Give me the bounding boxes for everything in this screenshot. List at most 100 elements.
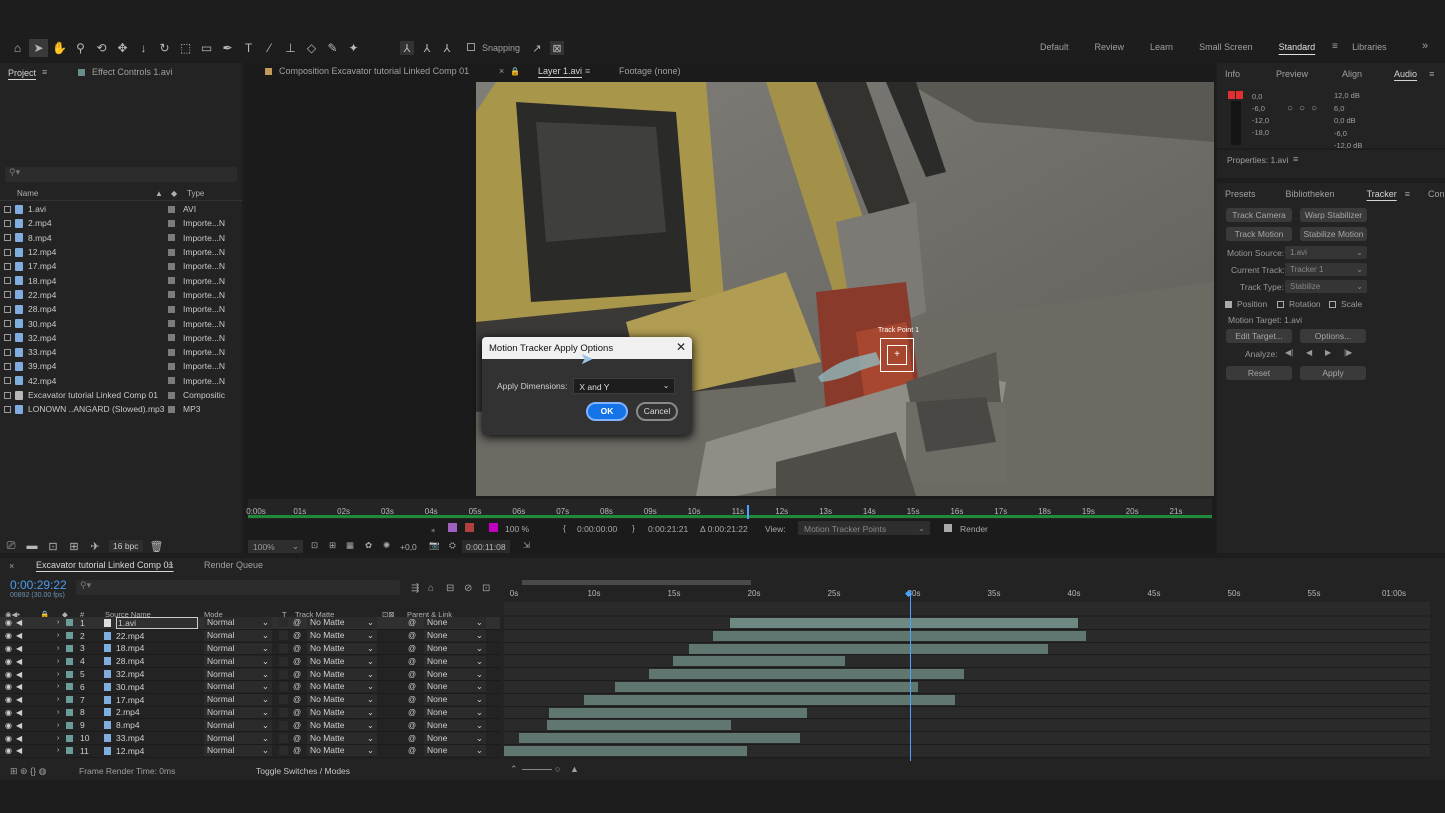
adjust-project-icon[interactable]: ⊞ (67, 539, 81, 553)
preserve-transparency-toggle[interactable] (279, 631, 288, 641)
preserve-transparency-toggle[interactable] (279, 746, 288, 756)
zoom-slider-handle[interactable]: ○ (555, 764, 560, 774)
layer-row[interactable]: ◉ ◀ › 4 28.mp4 Normal ⌄ @ No Matte ⌄ @ None ⌄ (0, 655, 500, 669)
tab-audio[interactable]: Audio (1386, 69, 1425, 79)
layer-duration-bar[interactable] (615, 681, 918, 692)
footer-icons[interactable]: ⊞ ⊛ {} ◍ (10, 766, 46, 777)
preserve-transparency-toggle[interactable] (279, 733, 288, 743)
visibility-icon[interactable]: ◉ (5, 618, 12, 627)
label-color[interactable] (66, 632, 73, 640)
track-matte-select[interactable]: No Matte ⌄ (307, 745, 377, 757)
interpret-footage-icon[interactable]: ⎚ (4, 539, 18, 553)
scale-checkbox[interactable] (1329, 301, 1336, 309)
label-color[interactable] (66, 696, 73, 704)
pen-tool-icon[interactable]: ✒ (218, 39, 237, 57)
playhead[interactable] (747, 505, 749, 519)
show-snapshot-icon[interactable]: ⛭ (449, 540, 456, 551)
layer-duration-bar[interactable] (649, 669, 965, 680)
safe-zones-icon[interactable]: ⊡ (311, 540, 318, 551)
playhead-handle-icon[interactable]: ◆ (905, 588, 912, 599)
pan-tool-icon[interactable]: ✥ (113, 39, 132, 57)
mode-select[interactable]: Normal ⌄ (204, 681, 272, 693)
expand-chevron-icon[interactable]: › (57, 632, 59, 639)
preserve-transparency-toggle[interactable] (279, 682, 288, 692)
exposure-value[interactable]: +0,0 (400, 542, 417, 552)
visibility-icon[interactable]: ◉ (5, 682, 12, 691)
project-file-row[interactable]: 8.mp4 Importe...N (0, 231, 242, 245)
panel-menu-icon[interactable]: ≡ (168, 561, 173, 571)
visibility-icon[interactable]: ◉ (5, 721, 12, 730)
label-color[interactable] (168, 305, 175, 313)
track-camera-button[interactable]: Track Camera (1226, 208, 1292, 222)
layer-name[interactable]: 12.mp4 (116, 746, 144, 756)
track-matte-select[interactable]: No Matte ⌄ (307, 668, 377, 680)
project-file-row[interactable]: 22.mp4 Importe...N (0, 288, 242, 302)
expand-chevron-icon[interactable]: › (57, 696, 59, 703)
tab-presets[interactable]: Presets (1217, 189, 1264, 199)
label-color[interactable] (168, 320, 175, 328)
label-color[interactable] (168, 205, 175, 213)
panel-menu-icon[interactable]: ≡ (1293, 154, 1298, 164)
new-folder-icon[interactable]: ▬ (25, 539, 39, 553)
matte-link-icon[interactable]: @ (293, 734, 301, 743)
toggle-mask-icon[interactable]: ⊞ (329, 540, 336, 551)
color-swatch-purple[interactable] (448, 523, 457, 532)
motion-source-select[interactable]: 1.avi ⌄ (1285, 246, 1367, 259)
project-file-row[interactable]: 1.avi AVI (0, 202, 242, 216)
panel-menu-icon[interactable]: ≡ (42, 67, 47, 77)
layer-duration-bar[interactable] (673, 656, 845, 667)
matte-link-icon[interactable]: @ (293, 618, 301, 627)
expand-chevron-icon[interactable]: › (57, 619, 59, 626)
zoom-slider-track[interactable] (522, 769, 552, 770)
motion-blur-icon[interactable]: ⁎ (431, 524, 435, 535)
mode-select[interactable]: Normal ⌄ (204, 642, 272, 654)
project-file-row[interactable]: 17.mp4 Importe...N (0, 259, 242, 273)
tab-preview[interactable]: Preview (1268, 69, 1316, 79)
parent-select[interactable]: None ⌄ (424, 719, 486, 731)
expand-chevron-icon[interactable]: › (57, 645, 59, 652)
workspace-standard[interactable]: Standard (1266, 42, 1329, 52)
preserve-transparency-toggle[interactable] (279, 707, 288, 717)
render-queue-icon[interactable]: ✈ (88, 539, 102, 553)
audio-icon[interactable]: ◀ (16, 734, 22, 743)
edit-target-button[interactable]: Edit Target... (1226, 329, 1292, 343)
track-matte-select[interactable]: No Matte ⌄ (307, 630, 377, 642)
current-track-select[interactable]: Tracker 1 ⌄ (1285, 263, 1367, 276)
workspace-libraries[interactable]: Libraries (1328, 42, 1400, 52)
mode-select[interactable]: Normal ⌄ (204, 630, 272, 642)
matte-link-icon[interactable]: @ (293, 657, 301, 666)
pick-whip-icon[interactable]: @ (408, 644, 416, 653)
row-checkbox[interactable] (4, 391, 11, 399)
track-matte-select[interactable]: No Matte ⌄ (307, 706, 377, 718)
label-color[interactable] (66, 619, 73, 627)
matte-link-icon[interactable]: @ (293, 670, 301, 679)
rotation-checkbox[interactable] (1277, 301, 1284, 309)
position-checkbox[interactable] (1225, 301, 1232, 309)
motion-blur-switch-icon[interactable]: ⊘ (464, 583, 472, 594)
workspace-review[interactable]: Review (1082, 42, 1138, 52)
layer-name[interactable]: 2.mp4 (116, 707, 140, 717)
panel-menu-icon[interactable]: ≡ (1429, 69, 1434, 79)
rotate-tool-icon[interactable]: ↻ (155, 39, 174, 57)
layer-name[interactable]: 32.mp4 (116, 669, 144, 679)
label-color[interactable] (66, 734, 73, 742)
layer-row[interactable]: ◉ ◀ › 2 22.mp4 Normal ⌄ @ No Matte ⌄ @ None ⌄ (0, 630, 500, 643)
layer-duration-bar[interactable] (729, 618, 1079, 628)
parent-select[interactable]: None ⌄ (424, 745, 486, 757)
transparency-grid-icon[interactable]: ▦ (346, 540, 354, 551)
track-matte-select[interactable]: No Matte ⌄ (307, 732, 377, 744)
clone-tool-icon[interactable]: ⊥ (281, 39, 300, 57)
label-color[interactable] (168, 248, 175, 256)
eraser-tool-icon[interactable]: ◇ (302, 39, 321, 57)
visibility-icon[interactable]: ◉ (5, 746, 12, 755)
label-color[interactable] (66, 670, 73, 678)
expand-chevron-icon[interactable]: › (57, 671, 59, 678)
zoom-tool-icon[interactable]: ⚲ (71, 39, 90, 57)
visibility-icon[interactable]: ◉ (5, 644, 12, 653)
comp-flowchart-icon[interactable]: ⇶ (411, 583, 419, 594)
track-matte-select[interactable]: No Matte ⌄ (307, 655, 377, 667)
mode-select[interactable]: Normal ⌄ (204, 668, 272, 680)
layer-name[interactable]: 33.mp4 (116, 733, 144, 743)
mode-select[interactable]: Normal ⌄ (204, 655, 272, 667)
visibility-icon[interactable]: ◉ (5, 670, 12, 679)
